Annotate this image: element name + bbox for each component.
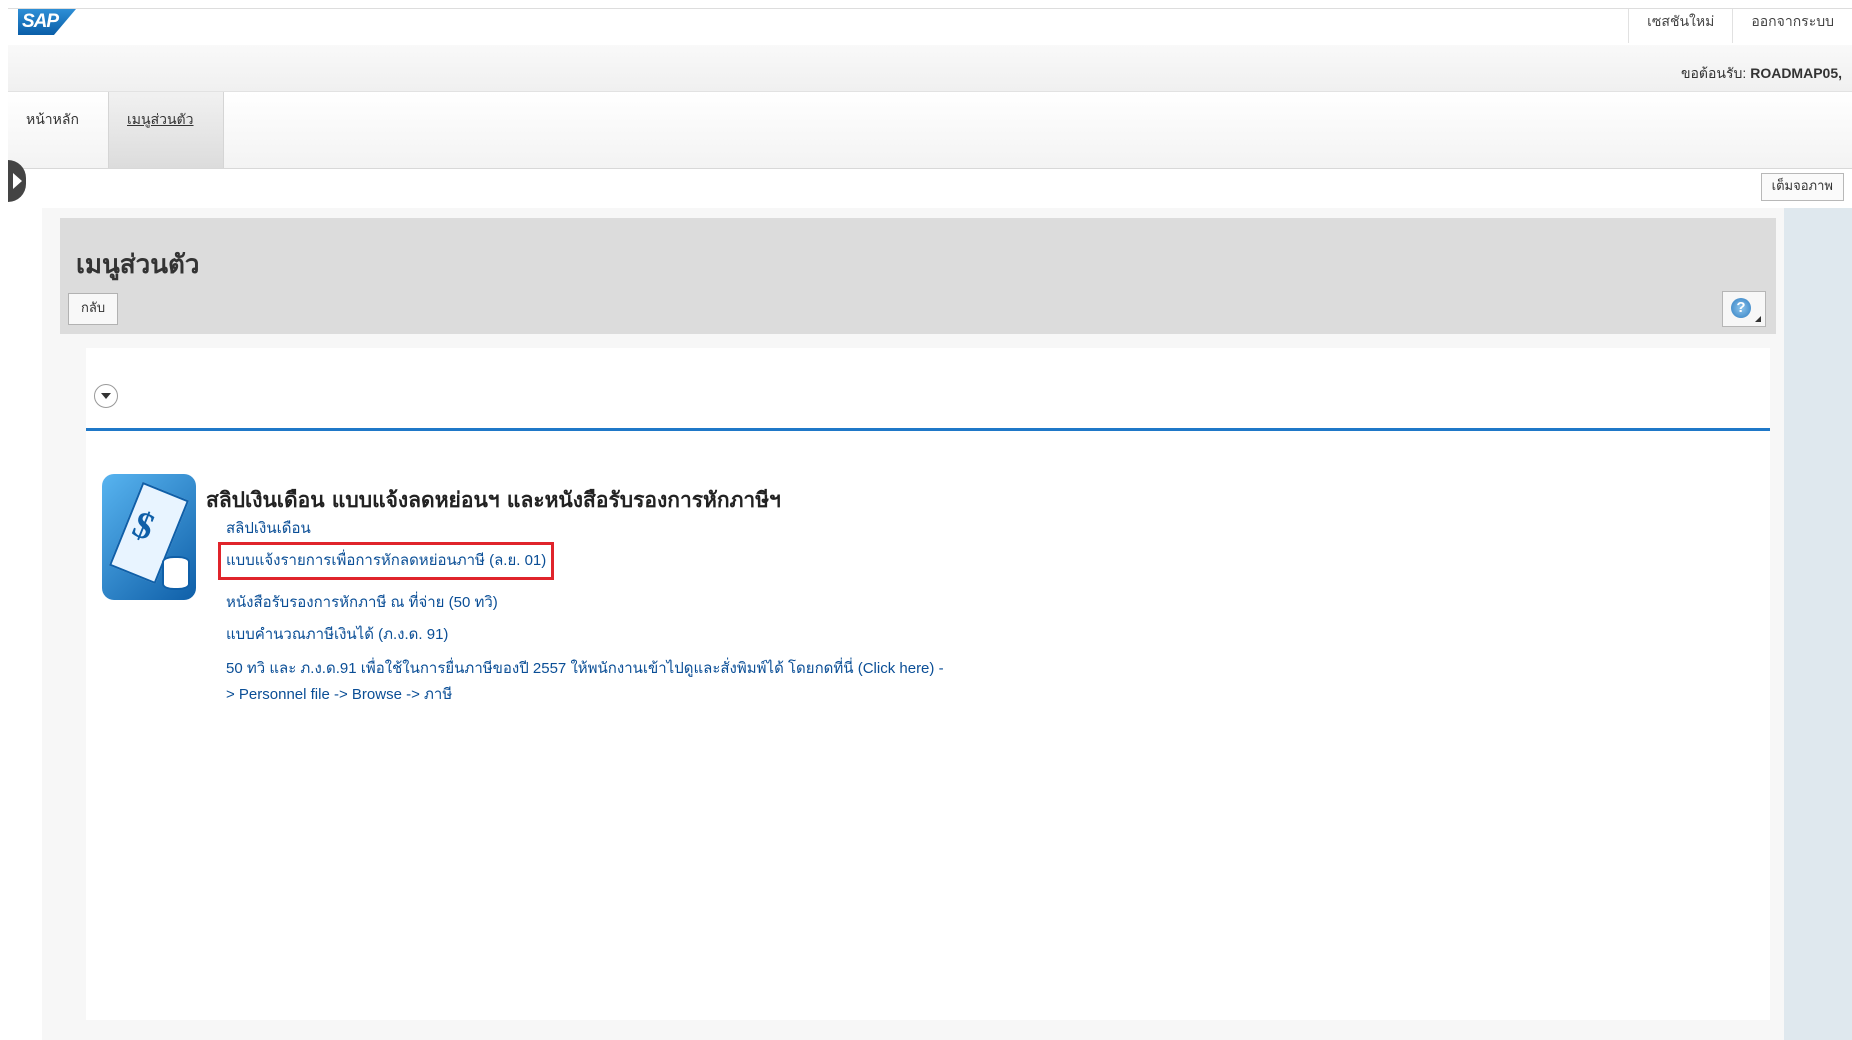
logout-link[interactable]: ออกจากระบบ xyxy=(1732,9,1852,43)
new-session-link[interactable]: เซสชันใหม่ xyxy=(1628,9,1732,43)
tab-personal-menu[interactable]: เมนูส่วนตัว xyxy=(108,92,224,168)
link-personnel-file-instructions[interactable]: 50 ทวิ และ ภ.ง.ด.91 เพื่อใช้ในการยื่นภาษ… xyxy=(226,656,946,708)
welcome-user: ROADMAP05, xyxy=(1750,65,1842,81)
coins-icon xyxy=(162,556,190,590)
link-tax-calculation-form[interactable]: แบบคำนวณภาษีเงินได้ (ภ.ง.ด. 91) xyxy=(226,624,946,646)
section-divider xyxy=(86,428,1770,431)
link-tax-deduction-form[interactable]: แบบแจ้งรายการเพื่อการหักลดหย่อนภาษี (ล.ย… xyxy=(217,542,555,580)
sap-logo: SAP xyxy=(18,9,76,35)
fullscreen-button[interactable]: เต็มจอภาพ xyxy=(1760,173,1844,201)
page-title: เมนูส่วนตัว xyxy=(76,250,200,280)
right-pane xyxy=(1784,208,1852,1040)
welcome-label: ขอต้อนรับ: xyxy=(1680,65,1747,81)
help-icon: ? xyxy=(1731,298,1751,318)
welcome-bar: ขอต้อนรับ: ROADMAP05, xyxy=(8,45,1852,92)
collapse-toggle[interactable] xyxy=(94,384,118,408)
tab-home[interactable]: หน้าหลัก xyxy=(8,92,106,168)
highlight-wrapper: แบบแจ้งรายการเพื่อการหักลดหย่อนภาษี (ล.ย… xyxy=(217,542,946,582)
top-bar: SAP เซสชันใหม่ ออกจากระบบ xyxy=(8,8,1852,46)
content-panel: $ สลิปเงินเดือน แบบแจ้งลดหย่อนฯ และหนังส… xyxy=(86,348,1770,1020)
portal-frame: SAP เซสชันใหม่ ออกจากระบบ ขอต้อนรับ: ROA… xyxy=(8,8,1852,1040)
top-links: เซสชันใหม่ ออกจากระบบ xyxy=(1628,9,1852,43)
top-level-navigation: หน้าหลัก เมนูส่วนตัว xyxy=(8,92,1852,169)
link-withholding-certificate[interactable]: หนังสือรับรองการหักภาษี ณ ที่จ่าย (50 ทว… xyxy=(226,592,946,614)
group-links: สลิปเงินเดือน แบบแจ้งรายการเพื่อการหักลด… xyxy=(217,518,946,718)
group-title: สลิปเงินเดือน แบบแจ้งลดหย่อนฯ และหนังสือ… xyxy=(206,488,781,512)
chevron-down-icon xyxy=(101,393,111,399)
link-payslip[interactable]: สลิปเงินเดือน xyxy=(226,518,946,540)
page-header: เมนูส่วนตัว กลับ ? xyxy=(60,218,1776,334)
back-button[interactable]: กลับ xyxy=(68,293,119,325)
welcome-message: ขอต้อนรับ: ROADMAP05, xyxy=(1681,63,1842,85)
help-button[interactable]: ? xyxy=(1722,291,1766,327)
chevron-right-icon xyxy=(13,173,22,189)
logo-text: SAP xyxy=(22,11,59,32)
dropdown-corner-icon xyxy=(1755,316,1761,322)
service-group: $ สลิปเงินเดือน แบบแจ้งลดหย่อนฯ และหนังส… xyxy=(102,474,962,714)
payslip-dollar-icon: $ xyxy=(102,474,196,600)
